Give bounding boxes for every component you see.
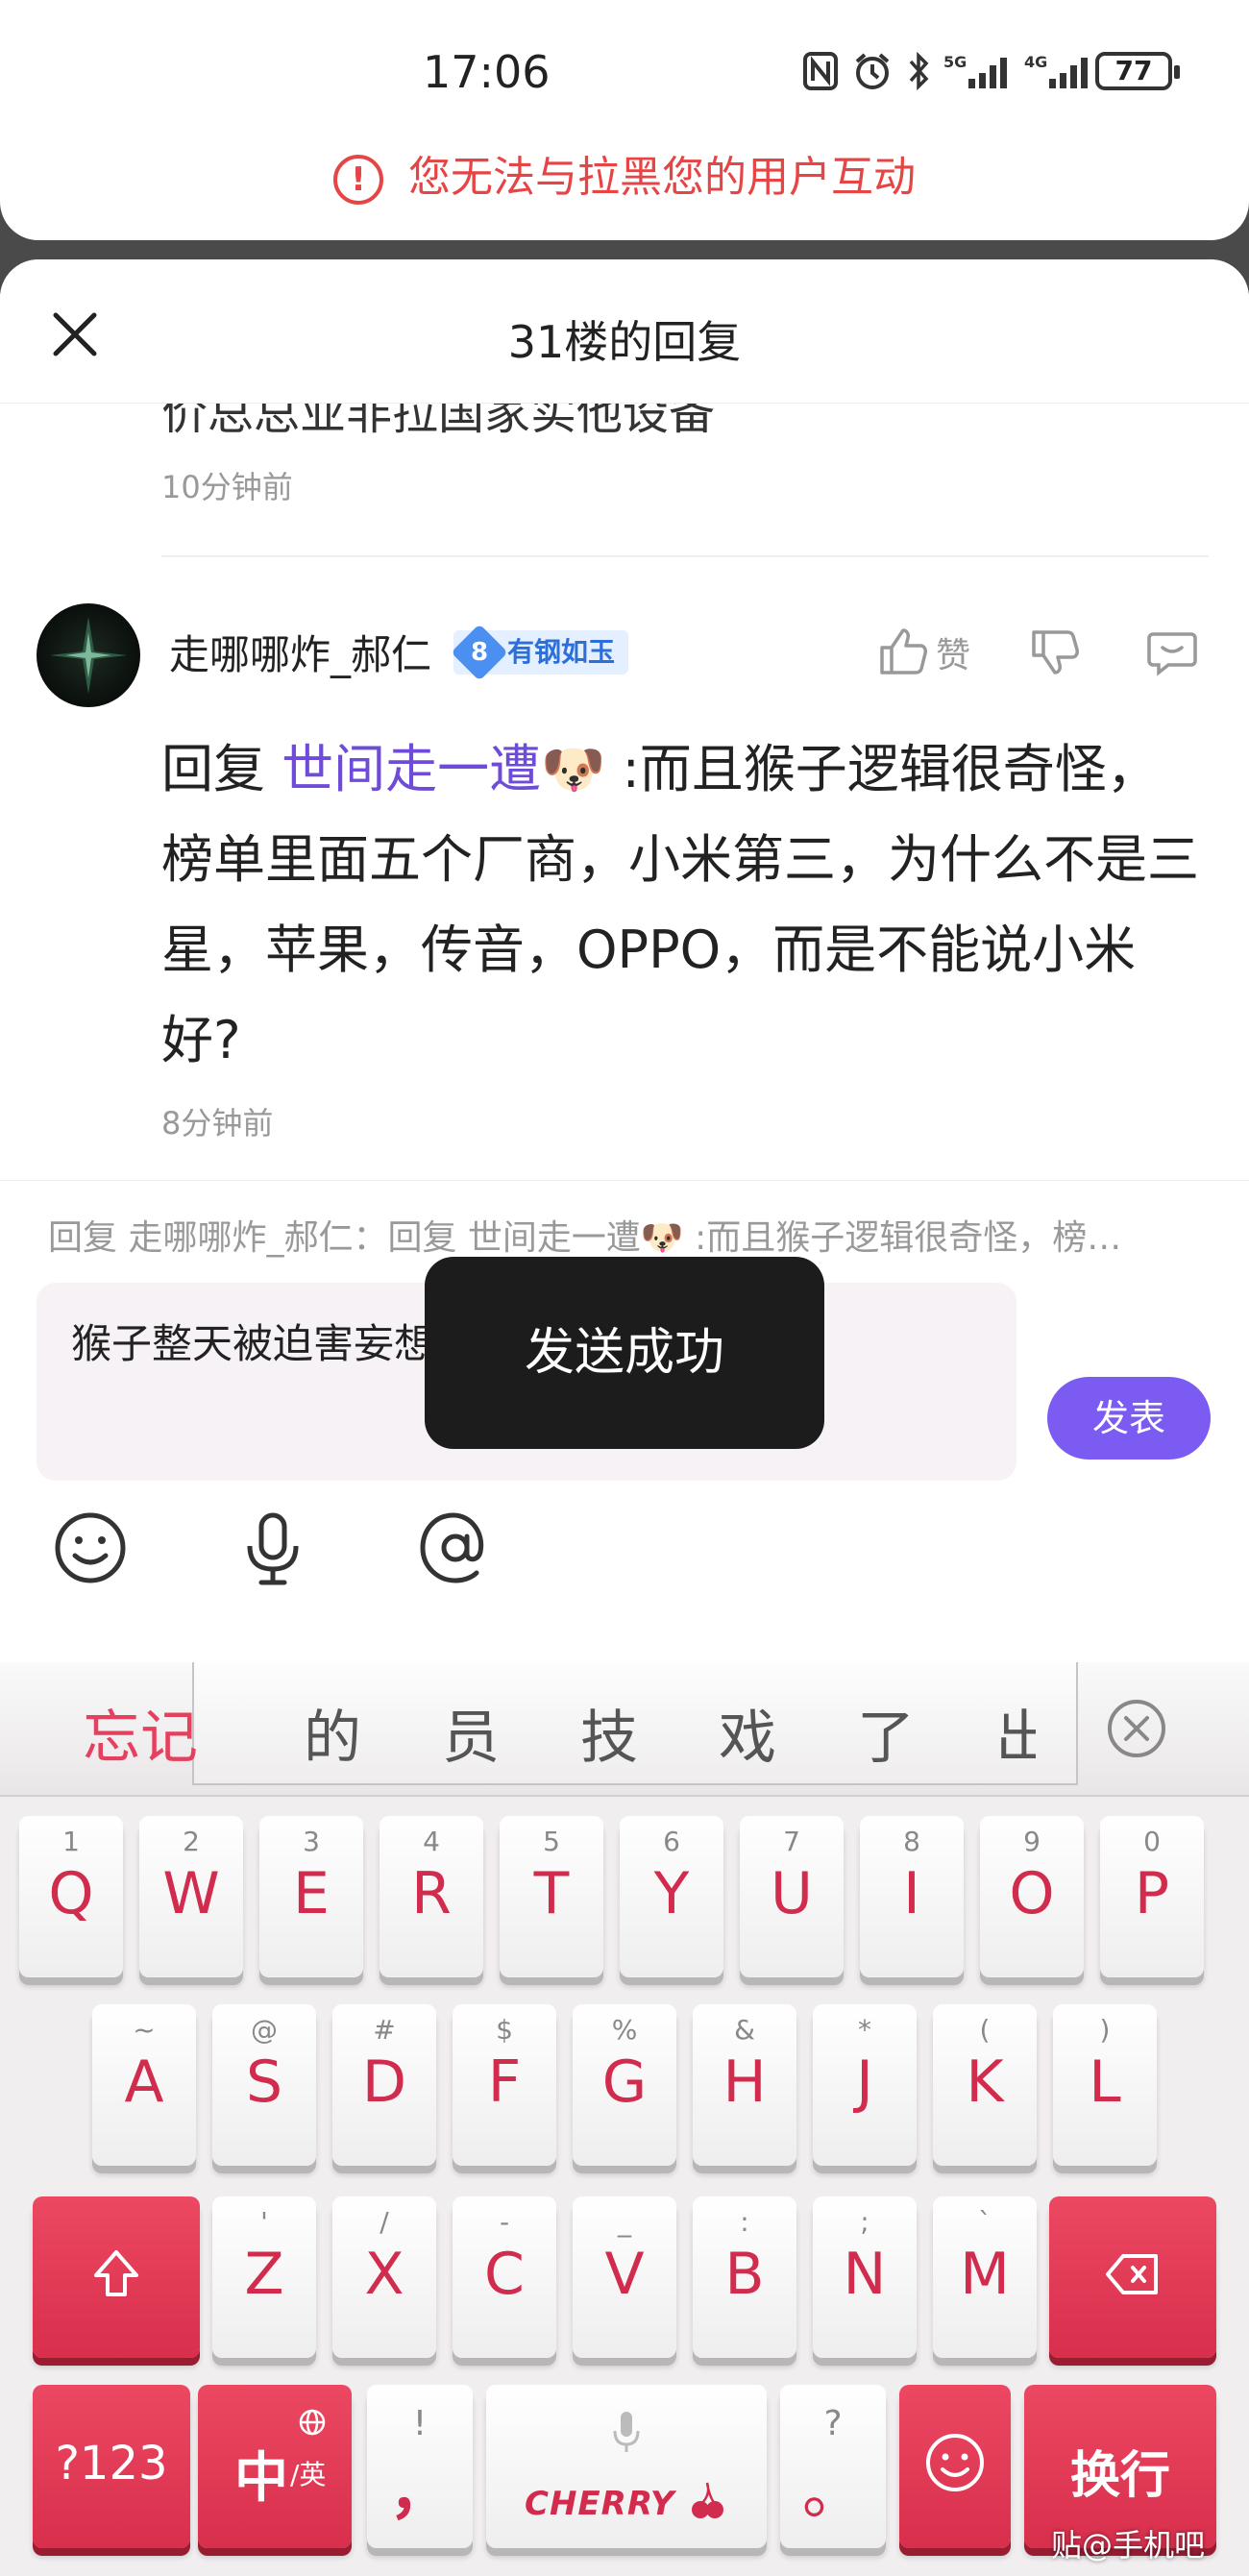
candidate-word[interactable]: 员 — [442, 1691, 500, 1775]
previous-reply-time: 10分钟前 — [161, 469, 293, 505]
brand-logo: CHERRY — [525, 2485, 675, 2523]
keyboard: 忘记 的 员 技 戏 了 出 1Q 2W 3E 4R 5T 6Y 7U 8I 9… — [0, 1662, 1249, 2576]
candidate-bar: 忘记 的 员 技 戏 了 出 — [0, 1662, 1249, 1797]
key-s[interactable]: @ S — [212, 2004, 316, 2166]
post-button[interactable]: 发表 — [1047, 1377, 1211, 1460]
key-r[interactable]: 4R — [380, 1816, 483, 1977]
backspace-icon — [1106, 2254, 1158, 2294]
at-icon[interactable] — [415, 1508, 496, 1588]
key-g[interactable]: % G — [573, 2004, 676, 2166]
language-key[interactable]: 中/英 — [198, 2385, 352, 2548]
key-o[interactable]: 9O — [980, 1816, 1084, 1977]
candidate-word[interactable]: 戏 — [719, 1691, 776, 1775]
block-notice-sheet: 17:06 5G 4G 77 ! 您无法与拉黑您的用户互动 — [0, 0, 1249, 240]
key-q[interactable]: 1Q — [19, 1816, 123, 1977]
globe-icon — [299, 2409, 326, 2436]
cherry-icon — [692, 2482, 723, 2518]
reply-time: 8分钟前 — [161, 1105, 274, 1141]
key-u[interactable]: 7U — [740, 1816, 844, 1977]
comma-key[interactable]: !， — [367, 2385, 473, 2548]
microphone-icon — [613, 2412, 640, 2452]
space-key[interactable]: CHERRY — [486, 2385, 767, 2548]
key-l[interactable]: ) L — [1053, 2004, 1157, 2166]
watermark: 贴@手机吧 — [1051, 2527, 1206, 2564]
period-key[interactable]: ?。 — [780, 2385, 886, 2548]
signal-5g-icon: 5G — [943, 53, 1007, 88]
reply-prefix: 回复 — [161, 739, 265, 799]
shift-icon — [94, 2250, 138, 2296]
reply-target: 回复 走哪哪炸_郝仁：回复 世间走一遭🐶 :而且猴子逻辑很奇怪，榜… — [48, 1218, 1122, 1258]
key-w[interactable]: 2W — [139, 1816, 243, 1977]
key-z[interactable]: ' Z — [212, 2196, 316, 2358]
key-d[interactable]: # D — [332, 2004, 436, 2166]
status-bar: 17:06 5G 4G 77 — [0, 38, 1249, 106]
avatar-cross-icon — [50, 617, 127, 694]
candidate-word[interactable]: 的 — [304, 1691, 361, 1775]
key-y[interactable]: 6Y — [620, 1816, 723, 1977]
key-x[interactable]: / X — [332, 2196, 436, 2358]
bluetooth-icon — [909, 52, 929, 90]
level-badge: 8 有钢如玉 — [451, 624, 629, 681]
candidate-word[interactable]: 了 — [857, 1691, 915, 1775]
battery-indicator: 77 — [1095, 52, 1180, 90]
nfc-icon — [803, 52, 838, 90]
reply-sheet: 31楼的回复 价总总业非拉国家实他设备 10分钟前 走哪哪炸_郝仁 8 有钢如玉… — [0, 259, 1249, 1662]
close-candidates-icon[interactable] — [1105, 1697, 1168, 1760]
key-i[interactable]: 8I — [860, 1816, 964, 1977]
reply-content: 回复 世间走一遭🐶 :而且猴子逻辑很奇怪，榜单里面五个厂商，小米第三，为什么不是… — [161, 724, 1209, 1086]
key-b[interactable]: :B — [693, 2196, 796, 2358]
emoji-icon[interactable] — [50, 1508, 131, 1588]
candidate-word[interactable]: 出 — [995, 1691, 1036, 1775]
emoji-key[interactable] — [899, 2385, 1011, 2548]
key-t[interactable]: 5T — [500, 1816, 603, 1977]
alarm-icon — [855, 53, 890, 89]
svg-text:5G: 5G — [943, 53, 967, 71]
key-j[interactable]: * J — [813, 2004, 917, 2166]
thumbs-down-icon[interactable] — [1028, 625, 1082, 678]
sheet-header: 31楼的回复 — [0, 259, 1249, 404]
reply-username[interactable]: 走哪哪炸_郝仁 — [169, 623, 431, 681]
candidate-word[interactable]: 忘记 — [83, 1691, 198, 1775]
badge-level: 8 — [451, 624, 508, 681]
status-time: 17:06 — [423, 46, 551, 98]
key-p[interactable]: 0P — [1100, 1816, 1204, 1977]
badge-title: 有钢如玉 — [507, 636, 616, 668]
symbols-key[interactable]: ?123 — [33, 2385, 190, 2548]
key-f[interactable]: $ F — [453, 2004, 556, 2166]
block-message: ! 您无法与拉黑您的用户互动 — [0, 142, 1249, 205]
emoji-icon — [926, 2434, 984, 2491]
key-v[interactable]: _ V — [573, 2196, 676, 2358]
thumbs-up-icon[interactable] — [876, 625, 930, 678]
toast-message: 发送成功 — [425, 1257, 824, 1449]
key-e[interactable]: 3E — [259, 1816, 363, 1977]
sheet-title: 31楼的回复 — [507, 316, 742, 368]
key-n[interactable]: ; N — [813, 2196, 917, 2358]
shift-key[interactable] — [33, 2196, 200, 2358]
key-k[interactable]: (K — [933, 2004, 1037, 2166]
like-label[interactable]: 赞 — [936, 627, 970, 677]
backspace-key[interactable] — [1049, 2196, 1216, 2358]
key-a[interactable]: ~ A — [92, 2004, 196, 2166]
warning-icon: ! — [333, 155, 383, 205]
microphone-icon[interactable] — [233, 1508, 313, 1588]
signal-4g-icon: 4G — [1024, 53, 1088, 88]
block-message-text: 您无法与拉黑您的用户互动 — [408, 153, 916, 202]
key-h[interactable]: & H — [693, 2004, 796, 2166]
candidate-word[interactable]: 技 — [580, 1691, 638, 1775]
svg-text:4G: 4G — [1024, 53, 1047, 71]
mention-link[interactable]: 世间走一遭🐶 — [282, 739, 605, 799]
avatar[interactable] — [37, 603, 140, 707]
comment-icon[interactable] — [1145, 625, 1199, 678]
divider — [161, 555, 1209, 557]
key-m[interactable]: ` M — [933, 2196, 1037, 2358]
key-c[interactable]: -C — [453, 2196, 556, 2358]
